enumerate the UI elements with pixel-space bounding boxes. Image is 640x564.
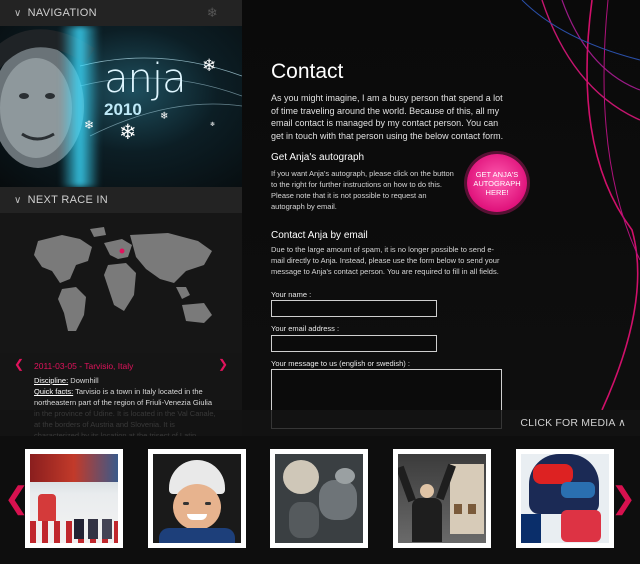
message-label: Your message to us (english or swedish) …	[271, 359, 410, 368]
media-thumbnail[interactable]	[270, 449, 368, 548]
media-bar-header[interactable]: CLICK FOR MEDIA ∧	[0, 410, 640, 436]
ski-race-photo	[30, 454, 118, 543]
helicopter-ride-photo	[275, 454, 363, 543]
celebration-photo	[398, 454, 486, 543]
chevron-up-icon: ∧	[618, 417, 626, 429]
race-location-marker	[119, 248, 125, 254]
autograph-button[interactable]: GET ANJA'S AUTOGRAPH HERE!	[467, 154, 527, 212]
discipline-label: Discipline:	[34, 376, 69, 385]
helmet-photo	[521, 454, 609, 543]
media-label: CLICK FOR MEDIA	[520, 417, 615, 429]
next-race-label: NEXT RACE IN	[27, 194, 109, 206]
autograph-heading: Get Anja's autograph	[271, 152, 365, 163]
navigation-header[interactable]: ∨ NAVIGATION ❄	[0, 0, 242, 26]
chevron-down-icon: ∨	[14, 194, 22, 206]
discipline-value: Downhill	[70, 376, 99, 385]
media-next-arrow-icon[interactable]: ❯	[611, 484, 636, 514]
portrait-photo	[153, 454, 241, 543]
world-map	[0, 213, 242, 353]
email-input[interactable]	[271, 335, 437, 352]
autograph-text: If you want Anja's autograph, please cli…	[271, 169, 454, 211]
snowflake-icon: ❄	[206, 5, 218, 20]
chevron-down-icon: ∨	[14, 7, 22, 19]
previous-race-arrow-icon[interactable]: ❮	[14, 358, 24, 370]
world-map-graphic	[34, 227, 212, 331]
email-label: Your email address :	[271, 324, 340, 333]
media-thumbnail[interactable]	[393, 449, 491, 548]
next-race-arrow-icon[interactable]: ❯	[218, 358, 228, 370]
email-heading: Contact Anja by email	[271, 230, 368, 241]
logo-year: 2010	[104, 100, 142, 119]
media-strip: ❮ ❯	[0, 436, 640, 564]
next-race-header[interactable]: ∨ NEXT RACE IN	[0, 187, 242, 213]
anja-banner[interactable]: anja 2010 ❄ ❄ ❄ ❄ ❄	[0, 26, 242, 187]
snowflake-icon: ❄	[210, 122, 216, 128]
snowflake-icon: ❄	[202, 56, 217, 75]
media-toggle[interactable]: CLICK FOR MEDIA ∧	[520, 417, 626, 429]
light-beam	[60, 26, 100, 187]
quick-facts-label: Quick facts:	[34, 387, 74, 396]
email-text: Due to the large amount of spam, it is n…	[271, 245, 500, 276]
snowflake-icon: ❄	[160, 111, 169, 122]
anja-logo: anja	[104, 56, 186, 102]
media-thumbnail[interactable]	[25, 449, 123, 548]
navigation-label: NAVIGATION	[27, 7, 97, 19]
snowflake-icon: ❄	[119, 121, 137, 144]
page-title: Contact	[271, 60, 344, 83]
race-date-location: 2011-03-05 - Tarvisio, Italy	[34, 361, 134, 371]
media-thumbnail[interactable]	[516, 449, 614, 548]
contact-section: Contact As you might imagine, I am a bus…	[271, 60, 521, 142]
media-thumbnail[interactable]	[148, 449, 246, 548]
snowflake-icon: ❄	[84, 118, 95, 132]
contact-intro: As you might imagine, I am a busy person…	[271, 93, 504, 141]
name-label: Your name :	[271, 290, 312, 299]
name-input[interactable]	[271, 300, 437, 317]
